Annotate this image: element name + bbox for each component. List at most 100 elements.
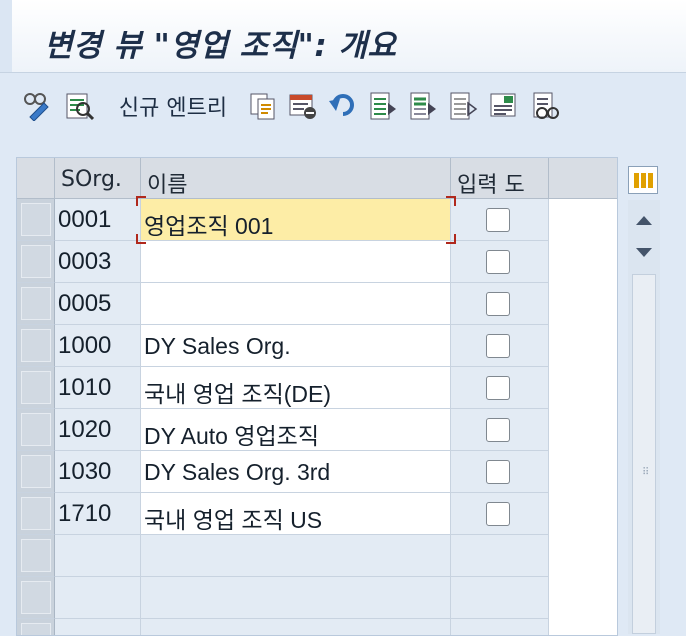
name-input[interactable] (141, 283, 451, 325)
flag-checkbox[interactable] (486, 250, 510, 274)
row-selector[interactable] (17, 493, 55, 535)
sorg-value: 0001 (58, 206, 112, 233)
table-row: 1710 국내 영업 조직 US (17, 493, 617, 535)
empty-cell (141, 619, 451, 635)
display-change-icon[interactable] (22, 91, 52, 121)
name-input[interactable]: 국내 영업 조직 US (141, 493, 451, 535)
row-selector[interactable] (17, 325, 55, 367)
flag-checkbox[interactable] (486, 376, 510, 400)
row-selector[interactable] (17, 409, 55, 451)
name-input[interactable]: 영업조직 001 (141, 199, 451, 241)
flag-cell (451, 451, 549, 493)
chevron-up-icon (636, 216, 652, 225)
column-header-sorg-label: SOrg. (61, 167, 122, 192)
column-header-sorg[interactable]: SOrg. (55, 158, 141, 199)
sorg-value: 0005 (58, 290, 112, 317)
column-header-flag[interactable]: 입력 도 (451, 158, 549, 199)
flag-cell (451, 409, 549, 451)
scroll-track[interactable]: ⠿ (632, 274, 656, 634)
empty-cell (55, 619, 141, 635)
empty-row (17, 619, 617, 635)
undo-icon[interactable] (328, 91, 358, 121)
empty-row (17, 577, 617, 619)
flag-checkbox[interactable] (486, 460, 510, 484)
sorg-cell: 1000 (55, 325, 141, 367)
flag-checkbox[interactable] (486, 502, 510, 526)
empty-cell (55, 535, 141, 577)
select-all-icon[interactable] (368, 91, 398, 121)
name-value: DY Auto 영업조직 (144, 423, 320, 449)
sorg-cell: 0001 (55, 199, 141, 241)
table-row: 0001 영업조직 001 (17, 199, 617, 241)
select-block-icon[interactable] (408, 91, 438, 121)
empty-cell (141, 535, 451, 577)
chevron-down-icon (636, 248, 652, 257)
select-all-header[interactable] (17, 158, 55, 199)
table-row: 0005 (17, 283, 617, 325)
new-entries-button[interactable]: 신규 엔트리 (114, 89, 232, 123)
name-input[interactable]: DY Sales Org. (141, 325, 451, 367)
column-header-flag-label: 입력 도 (457, 173, 525, 198)
grip-icon: ⠿ (642, 467, 650, 478)
table-row: 1000 DY Sales Org. (17, 325, 617, 367)
sorg-value: 1710 (58, 500, 112, 527)
delete-icon[interactable] (288, 91, 318, 121)
row-selector[interactable] (17, 199, 55, 241)
row-selector[interactable] (17, 367, 55, 409)
focus-corner (136, 234, 146, 244)
sorg-cell: 0003 (55, 241, 141, 283)
flag-checkbox[interactable] (486, 292, 510, 316)
print-icon[interactable] (488, 91, 518, 121)
new-entries-label: 신규 엔트리 (118, 96, 228, 121)
name-value: DY Sales Org. (144, 333, 291, 359)
column-header-name[interactable]: 이름 (141, 158, 451, 199)
page-title: 변경 뷰 "영업 조직": 개요 (44, 28, 397, 64)
table-control: SOrg. 이름 입력 도 0001 영업조직 001 0003 0005 10… (16, 157, 618, 636)
table-row: 1020 DY Auto 영업조직 (17, 409, 617, 451)
table-row: 1030 DY Sales Org. 3rd (17, 451, 617, 493)
table-row: 1010 국내 영업 조직(DE) (17, 367, 617, 409)
sorg-value: 1010 (58, 374, 112, 401)
sorg-cell: 1010 (55, 367, 141, 409)
name-input[interactable]: 국내 영업 조직(DE) (141, 367, 451, 409)
column-header-name-label: 이름 (147, 173, 188, 198)
sorg-cell: 1710 (55, 493, 141, 535)
copy-as-icon[interactable] (248, 91, 278, 121)
name-input[interactable] (141, 241, 451, 283)
flag-cell (451, 241, 549, 283)
sorg-value: 1000 (58, 332, 112, 359)
name-value: DY Sales Org. 3rd (144, 459, 331, 485)
empty-cell (55, 577, 141, 619)
row-selector[interactable] (17, 619, 55, 635)
flag-checkbox[interactable] (486, 418, 510, 442)
sorg-value: 1020 (58, 416, 112, 443)
empty-cell (451, 535, 549, 577)
deselect-all-icon[interactable] (448, 91, 478, 121)
flag-cell (451, 367, 549, 409)
flag-checkbox[interactable] (486, 208, 510, 232)
flag-cell (451, 325, 549, 367)
empty-cell (451, 577, 549, 619)
row-selector[interactable] (17, 241, 55, 283)
name-input[interactable]: DY Auto 영업조직 (141, 409, 451, 451)
flag-cell (451, 283, 549, 325)
sorg-cell: 1020 (55, 409, 141, 451)
empty-cell (451, 619, 549, 635)
row-selector[interactable] (17, 577, 55, 619)
vertical-scrollbar[interactable]: ⠿ (628, 200, 660, 634)
column-header-filler (549, 158, 617, 199)
row-selector[interactable] (17, 535, 55, 577)
where-used-icon[interactable] (64, 91, 94, 121)
focus-corner (446, 234, 456, 244)
row-selector[interactable] (17, 451, 55, 493)
scroll-down-button[interactable] (628, 236, 660, 270)
scroll-up-button[interactable] (628, 204, 660, 238)
details-icon[interactable] (530, 91, 560, 121)
column-settings-icon[interactable] (628, 166, 658, 194)
row-selector[interactable] (17, 283, 55, 325)
name-value: 국내 영업 조직(DE) (144, 381, 332, 407)
flag-checkbox[interactable] (486, 334, 510, 358)
name-input[interactable]: DY Sales Org. 3rd (141, 451, 451, 493)
flag-cell (451, 493, 549, 535)
sorg-value: 0003 (58, 248, 112, 275)
